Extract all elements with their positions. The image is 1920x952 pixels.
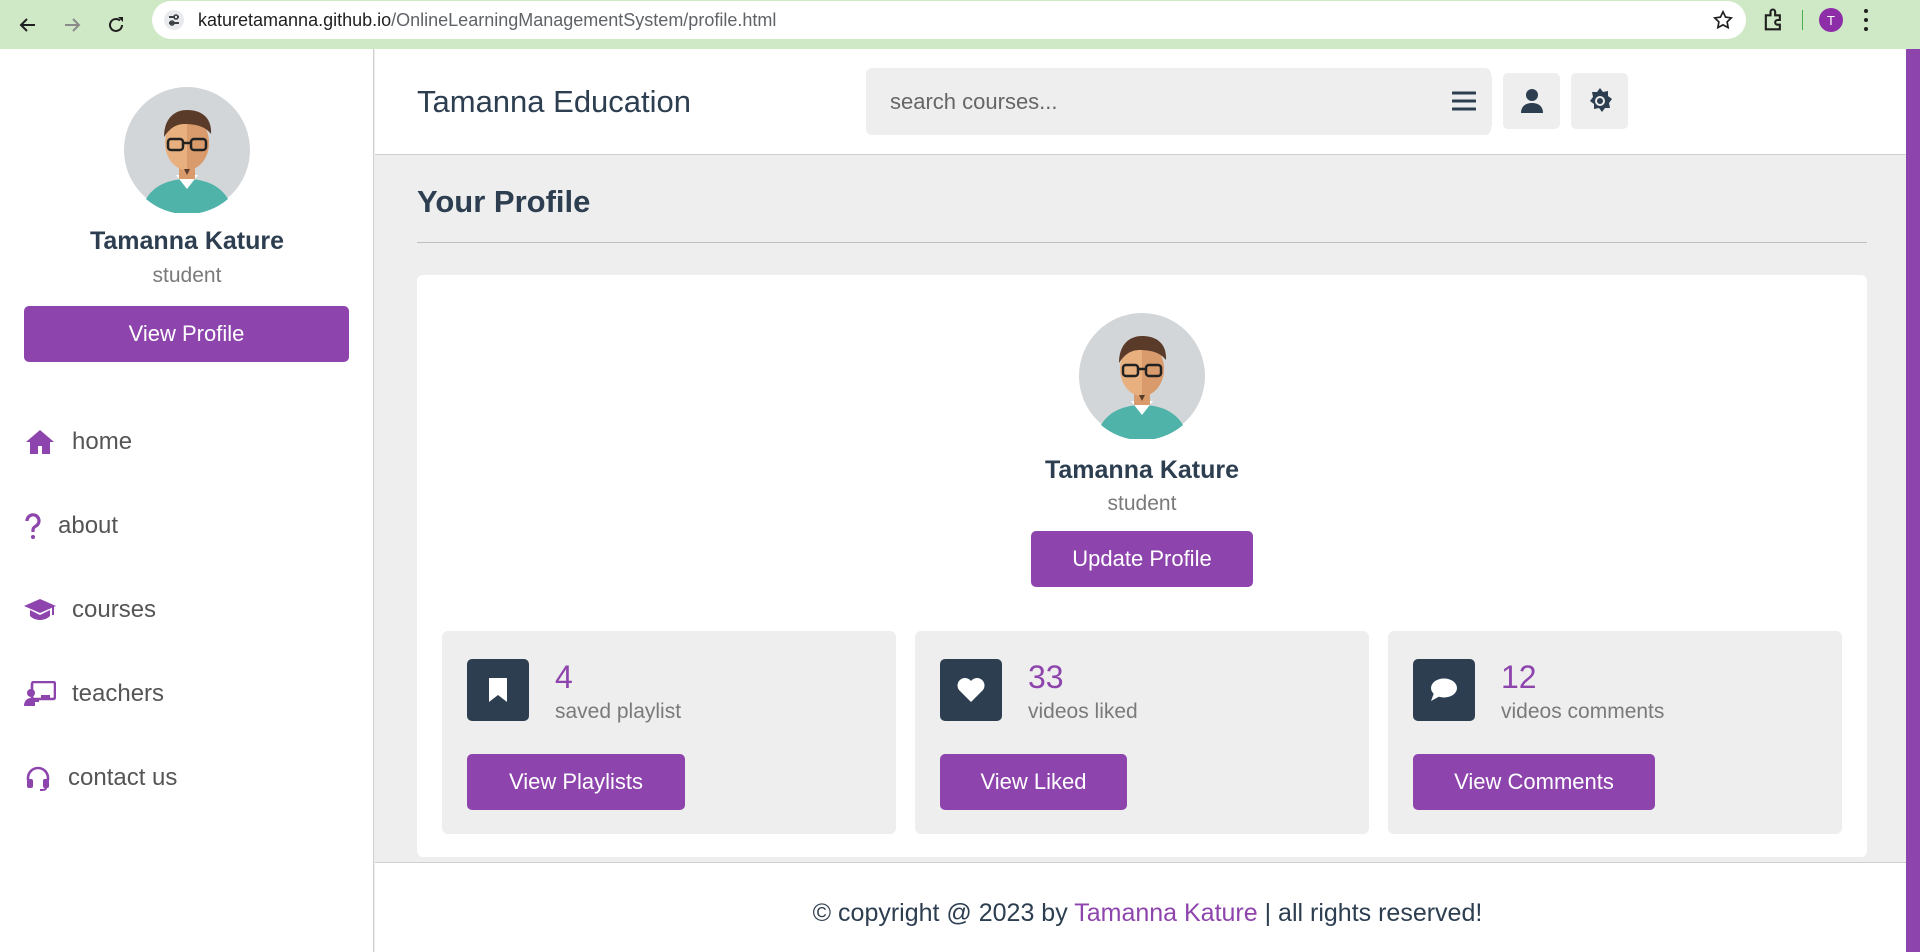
stat-count: 12	[1501, 659, 1537, 695]
url-path: /OnlineLearningManagementSystem/profile.…	[391, 9, 777, 30]
gear-icon	[1589, 88, 1612, 112]
question-icon	[24, 510, 42, 542]
stat-card-playlists: 4 saved playlist View Playlists	[442, 631, 896, 834]
stat-card-liked: 33 videos liked View Liked	[915, 631, 1369, 834]
search-input[interactable]	[890, 86, 1430, 118]
profile-role: student	[1107, 492, 1177, 515]
sidebar: Tamanna Kature student View Profile home…	[0, 49, 374, 952]
page-scrollbar[interactable]	[1906, 49, 1920, 952]
forward-button[interactable]	[50, 5, 94, 45]
toolbar-separator	[1802, 10, 1803, 30]
menu-icon	[1451, 91, 1476, 111]
site-info-icon[interactable]	[156, 2, 192, 38]
footer-copyright: © copyright @ 2023 by	[812, 899, 1075, 927]
stat-label: videos liked	[1028, 700, 1138, 723]
footer-rights: | all rights reserved!	[1257, 899, 1483, 927]
profile-section: Your Profile Tamanna Kature student Upda…	[375, 156, 1920, 861]
heart-icon	[940, 659, 1002, 721]
sidebar-item-teachers[interactable]: teachers	[24, 674, 164, 714]
stat-count: 33	[1028, 659, 1064, 695]
menu-button[interactable]	[1435, 73, 1492, 129]
sidebar-user-name: Tamanna Kature	[89, 227, 285, 255]
view-profile-button[interactable]: View Profile	[24, 306, 349, 362]
back-arrow-icon	[19, 17, 35, 32]
update-profile-button[interactable]: Update Profile	[1031, 531, 1253, 587]
stat-card-comments: 12 videos comments View Comments	[1388, 631, 1842, 834]
sidebar-user-role: student	[152, 264, 222, 287]
address-bar[interactable]: katuretamanna.github.io/OnlineLearningMa…	[152, 1, 1746, 39]
view-playlists-button[interactable]: View Playlists	[467, 754, 685, 810]
home-icon	[24, 426, 56, 458]
profile-card: Tamanna Kature student Update Profile 4 …	[417, 275, 1867, 857]
user-button[interactable]	[1503, 73, 1560, 129]
extensions-icon[interactable]	[1760, 6, 1788, 34]
bookmark-icon	[467, 659, 529, 721]
footer-author-link[interactable]: Tamanna Kature	[1074, 899, 1257, 927]
view-liked-button[interactable]: View Liked	[940, 754, 1127, 810]
search-form	[866, 68, 1491, 135]
sidebar-avatar	[124, 87, 250, 213]
site-header: Tamanna Education	[375, 49, 1920, 155]
stat-count: 4	[555, 659, 573, 695]
browser-menu-icon[interactable]	[1863, 9, 1869, 31]
url-host: katuretamanna.github.io	[198, 9, 392, 30]
reload-icon	[109, 16, 123, 32]
user-icon	[1520, 89, 1543, 113]
headset-icon	[24, 762, 52, 794]
sidebar-item-label: contact us	[68, 764, 178, 791]
sidebar-item-contact[interactable]: contact us	[24, 758, 177, 798]
back-button[interactable]	[6, 5, 50, 45]
browser-profile-avatar[interactable]: T	[1819, 8, 1843, 32]
sidebar-item-about[interactable]: about	[24, 506, 118, 546]
bookmark-star-icon[interactable]	[1712, 9, 1734, 31]
comment-icon	[1413, 659, 1475, 721]
heading-divider	[417, 242, 1867, 243]
profile-name: Tamanna Kature	[1044, 456, 1240, 484]
sidebar-item-home[interactable]: home	[24, 422, 132, 462]
site-logo[interactable]: Tamanna Education	[417, 84, 691, 120]
reload-button[interactable]	[94, 5, 138, 45]
view-comments-button[interactable]: View Comments	[1413, 754, 1655, 810]
graduation-cap-icon	[24, 594, 56, 626]
stat-label: saved playlist	[555, 700, 682, 723]
sidebar-item-label: teachers	[72, 680, 165, 707]
sidebar-item-label: courses	[72, 596, 157, 623]
site-footer: © copyright @ 2023 by Tamanna Kature | a…	[375, 862, 1920, 952]
browser-actions: T	[1760, 4, 1869, 36]
theme-toggle-button[interactable]	[1571, 73, 1628, 129]
sidebar-item-label: about	[58, 512, 119, 539]
profile-avatar	[1079, 313, 1205, 439]
browser-toolbar: katuretamanna.github.io/OnlineLearningMa…	[0, 0, 1920, 49]
stat-label: videos comments	[1501, 700, 1665, 723]
sidebar-item-label: home	[72, 428, 133, 455]
forward-arrow-icon	[65, 17, 81, 32]
page-title: Your Profile	[417, 184, 591, 219]
url-text: katuretamanna.github.io/OnlineLearningMa…	[198, 10, 776, 31]
sidebar-item-courses[interactable]: courses	[24, 590, 156, 630]
teacher-icon	[24, 678, 56, 710]
